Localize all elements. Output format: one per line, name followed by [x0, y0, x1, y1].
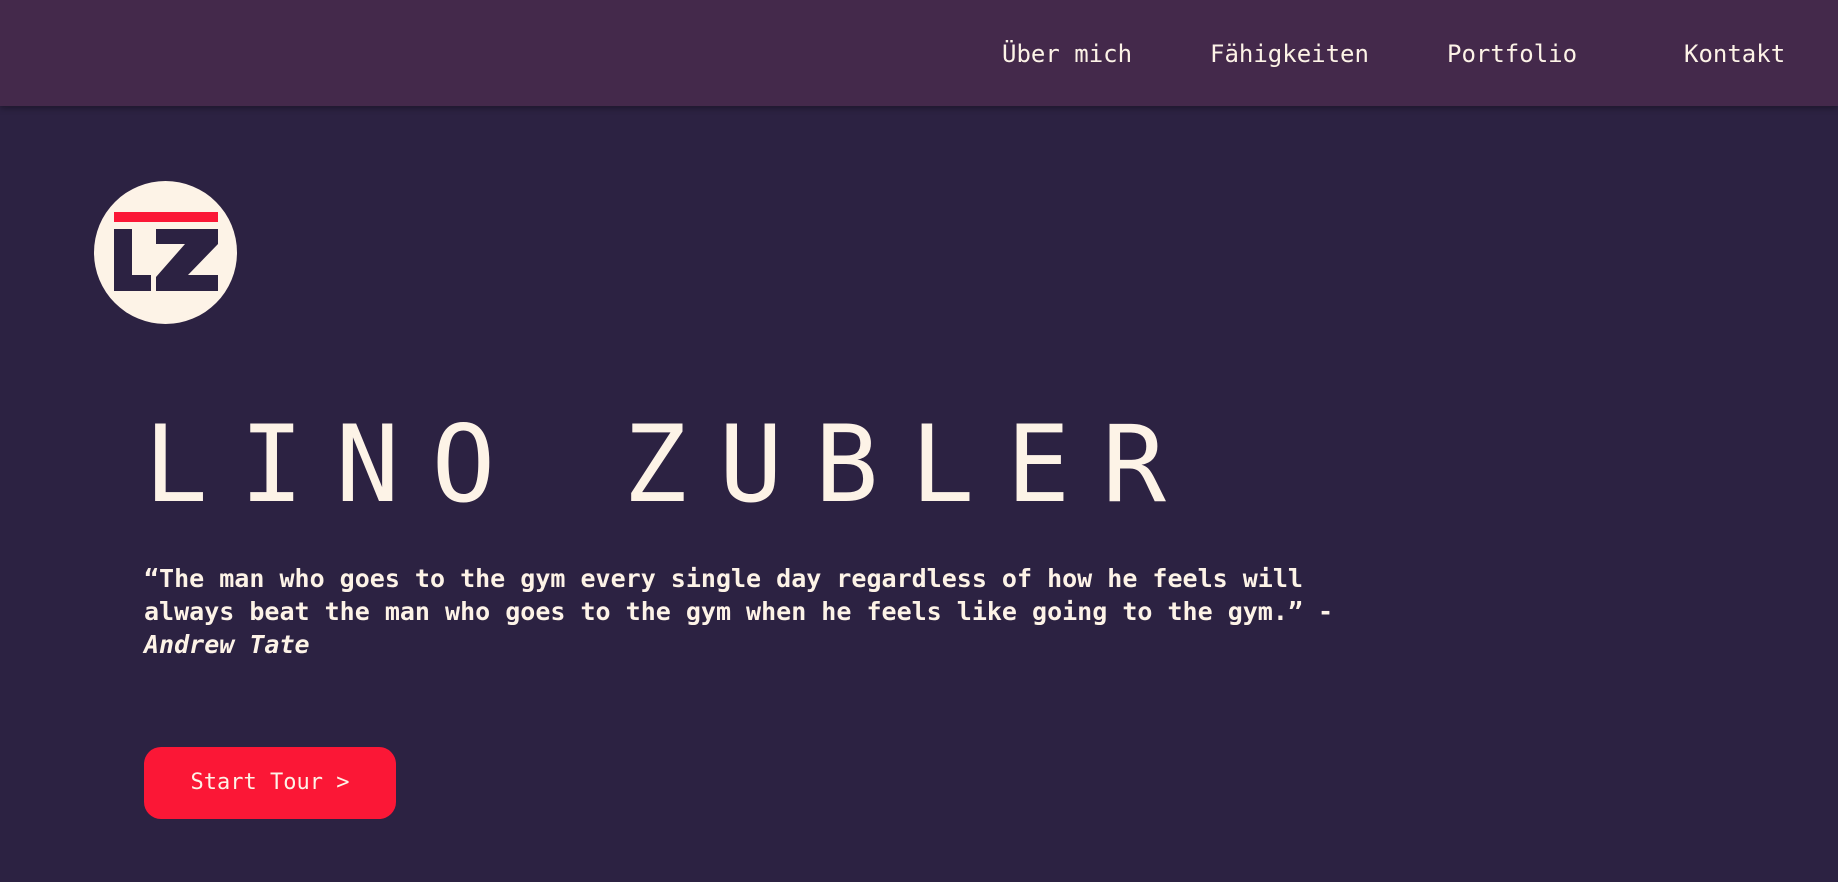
top-navbar: Über mich Fähigkeiten Portfolio Kontakt — [0, 0, 1838, 106]
nav-link-kontakt[interactable]: Kontakt — [1684, 37, 1785, 71]
lz-monogram-icon[interactable] — [94, 181, 237, 324]
nav-link-ueber-mich[interactable]: Über mich — [1002, 37, 1132, 71]
hero-title: LINO ZUBLER — [144, 403, 1198, 526]
quote-text: “The man who goes to the gym every singl… — [144, 564, 1334, 626]
hero-quote: “The man who goes to the gym every singl… — [144, 562, 1394, 661]
nav-link-portfolio[interactable]: Portfolio — [1447, 37, 1577, 71]
quote-author: Andrew Tate — [144, 630, 310, 659]
nav-link-faehigkeiten[interactable]: Fähigkeiten — [1210, 37, 1369, 71]
logo-graphic — [94, 181, 237, 324]
start-tour-button[interactable]: Start Tour > — [144, 747, 396, 819]
